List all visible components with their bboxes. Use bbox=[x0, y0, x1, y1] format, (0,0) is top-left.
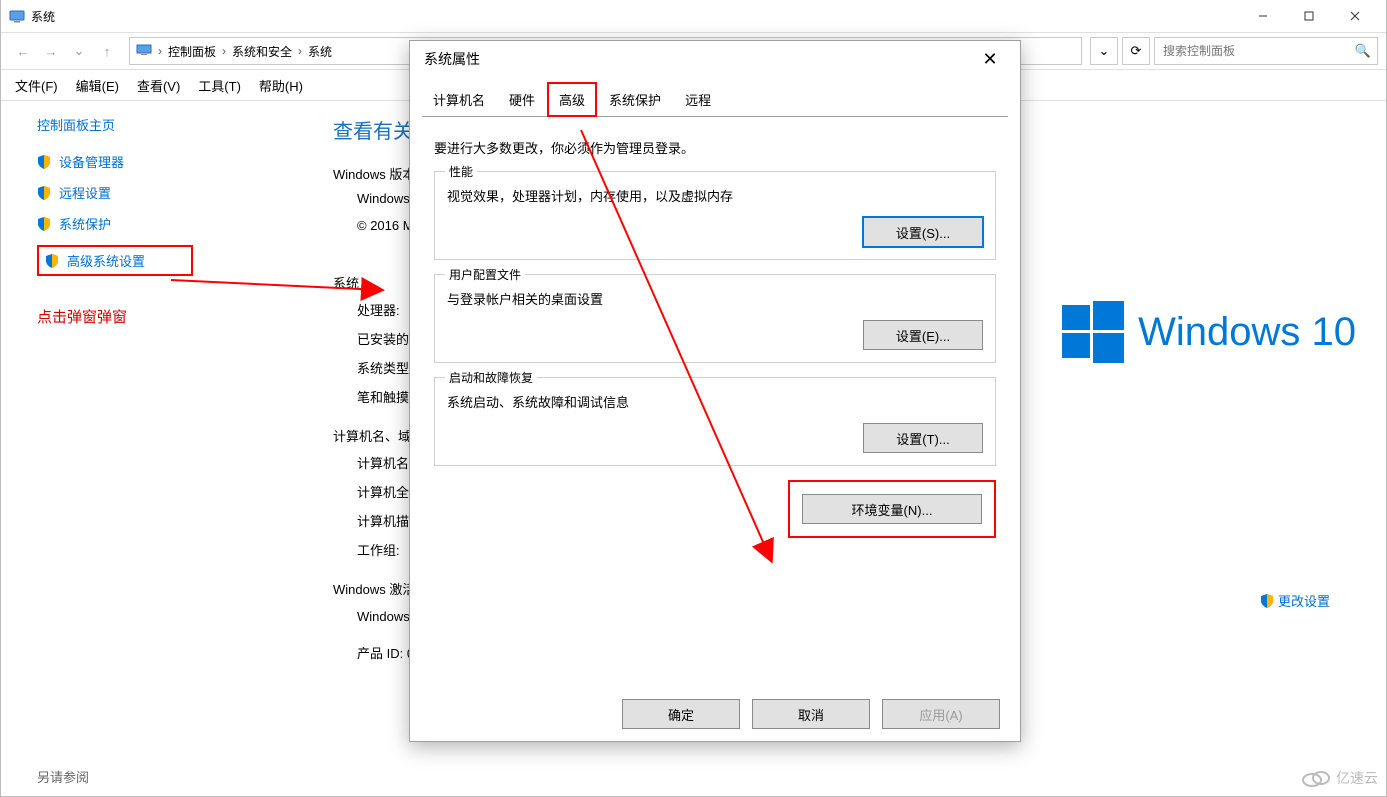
chevron-right-icon: › bbox=[158, 44, 162, 58]
maximize-button[interactable] bbox=[1286, 0, 1332, 32]
see-also-header: 另请参阅 bbox=[37, 767, 297, 786]
up-button[interactable]: ↑ bbox=[93, 37, 121, 65]
profile-desc: 与登录帐户相关的桌面设置 bbox=[447, 289, 983, 308]
startup-settings-button[interactable]: 设置(T)... bbox=[863, 423, 983, 453]
minimize-button[interactable] bbox=[1240, 0, 1286, 32]
shield-icon bbox=[45, 254, 59, 268]
perf-legend: 性能 bbox=[445, 163, 477, 180]
menu-view[interactable]: 查看(V) bbox=[137, 76, 180, 95]
startup-recovery-group: 启动和故障恢复 系统启动、系统故障和调试信息 设置(T)... bbox=[434, 377, 996, 466]
search-icon: 🔍 bbox=[1355, 43, 1371, 59]
sidebar-item-label: 设备管理器 bbox=[59, 152, 124, 171]
sidebar-item-label: 高级系统设置 bbox=[67, 251, 145, 270]
dialog-footer: 确定 取消 应用(A) bbox=[622, 699, 1000, 729]
dialog-titlebar: 系统属性 ✕ bbox=[410, 41, 1020, 77]
windows-logo: Windows 10 bbox=[1062, 301, 1356, 363]
chevron-right-icon: › bbox=[298, 44, 302, 58]
startup-desc: 系统启动、系统故障和调试信息 bbox=[447, 392, 983, 411]
tab-hardware[interactable]: 硬件 bbox=[498, 83, 546, 116]
profile-settings-button[interactable]: 设置(E)... bbox=[863, 320, 983, 350]
dialog-intro: 要进行大多数更改，你必须作为管理员登录。 bbox=[434, 138, 996, 157]
menu-file[interactable]: 文件(F) bbox=[15, 76, 58, 95]
env-var-highlight: 环境变量(N)... bbox=[788, 480, 996, 538]
sidebar-remote-settings[interactable]: 远程设置 bbox=[37, 183, 297, 202]
pc-icon bbox=[136, 44, 152, 59]
chevron-right-icon: › bbox=[222, 44, 226, 58]
dialog-title: 系统属性 bbox=[424, 49, 480, 69]
breadcrumb-item[interactable]: 控制面板 bbox=[168, 43, 216, 60]
menu-tools[interactable]: 工具(T) bbox=[198, 76, 241, 95]
windows-logo-icon bbox=[1062, 301, 1124, 363]
back-button[interactable]: ← bbox=[9, 37, 37, 65]
tab-advanced[interactable]: 高级 bbox=[548, 83, 596, 116]
sidebar-device-manager[interactable]: 设备管理器 bbox=[37, 152, 297, 171]
cancel-button[interactable]: 取消 bbox=[752, 699, 870, 729]
change-settings-link[interactable]: 更改设置 bbox=[1260, 591, 1356, 610]
tab-computer-name[interactable]: 计算机名 bbox=[422, 83, 496, 116]
perf-desc: 视觉效果，处理器计划，内存使用，以及虚拟内存 bbox=[447, 186, 983, 205]
forward-button[interactable]: → bbox=[37, 37, 65, 65]
breadcrumb-item[interactable]: 系统 bbox=[308, 43, 332, 60]
watermark: 亿速云 bbox=[1302, 768, 1378, 788]
refresh-button[interactable]: ⟳ bbox=[1122, 37, 1150, 65]
annotation-click-popup: 点击弹窗弹窗 bbox=[37, 306, 297, 327]
apply-button[interactable]: 应用(A) bbox=[882, 699, 1000, 729]
search-input[interactable] bbox=[1161, 43, 1355, 59]
sidebar-advanced-settings[interactable]: 高级系统设置 bbox=[37, 245, 193, 276]
sidebar-item-label: 远程设置 bbox=[59, 183, 111, 202]
window-title: 系统 bbox=[31, 8, 55, 25]
shield-icon bbox=[37, 217, 51, 231]
system-icon bbox=[9, 8, 25, 24]
performance-group: 性能 视觉效果，处理器计划，内存使用，以及虚拟内存 设置(S)... bbox=[434, 171, 996, 260]
search-box[interactable]: 🔍 bbox=[1154, 37, 1378, 65]
menu-edit[interactable]: 编辑(E) bbox=[76, 76, 119, 95]
user-profiles-group: 用户配置文件 与登录帐户相关的桌面设置 设置(E)... bbox=[434, 274, 996, 363]
titlebar: 系统 bbox=[1, 0, 1386, 33]
profile-legend: 用户配置文件 bbox=[445, 266, 525, 283]
control-panel-home[interactable]: 控制面板主页 bbox=[37, 115, 297, 134]
breadcrumb-item[interactable]: 系统和安全 bbox=[232, 43, 292, 60]
tab-remote[interactable]: 远程 bbox=[674, 83, 722, 116]
tab-system-protection[interactable]: 系统保护 bbox=[598, 83, 672, 116]
dialog-body: 要进行大多数更改，你必须作为管理员登录。 性能 视觉效果，处理器计划，内存使用，… bbox=[410, 116, 1020, 554]
address-dropdown[interactable]: ⌄ bbox=[1090, 37, 1118, 65]
shield-icon bbox=[37, 186, 51, 200]
perf-settings-button[interactable]: 设置(S)... bbox=[863, 217, 983, 247]
sidebar: 控制面板主页 设备管理器 远程设置 系统保护 高级系统设置 点击弹窗弹窗 另请参… bbox=[1, 101, 309, 797]
recent-dropdown[interactable]: ⌄ bbox=[65, 37, 93, 65]
dialog-close-button[interactable]: ✕ bbox=[974, 43, 1006, 75]
startup-legend: 启动和故障恢复 bbox=[445, 369, 537, 386]
windows-logo-text: Windows 10 bbox=[1138, 310, 1356, 355]
shield-icon bbox=[37, 155, 51, 169]
ok-button[interactable]: 确定 bbox=[622, 699, 740, 729]
close-button[interactable] bbox=[1332, 0, 1378, 32]
sidebar-system-protection[interactable]: 系统保护 bbox=[37, 214, 297, 233]
see-also-section: 另请参阅 安全和维护 bbox=[37, 767, 297, 797]
system-properties-dialog: 系统属性 ✕ 计算机名 硬件 高级 系统保护 远程 要进行大多数更改，你必须作为… bbox=[409, 40, 1021, 742]
dialog-tabs: 计算机名 硬件 高级 系统保护 远程 bbox=[410, 83, 1020, 116]
shield-icon bbox=[1260, 594, 1274, 608]
env-variables-button[interactable]: 环境变量(N)... bbox=[802, 494, 982, 524]
menu-help[interactable]: 帮助(H) bbox=[259, 76, 303, 95]
sidebar-item-label: 系统保护 bbox=[59, 214, 111, 233]
